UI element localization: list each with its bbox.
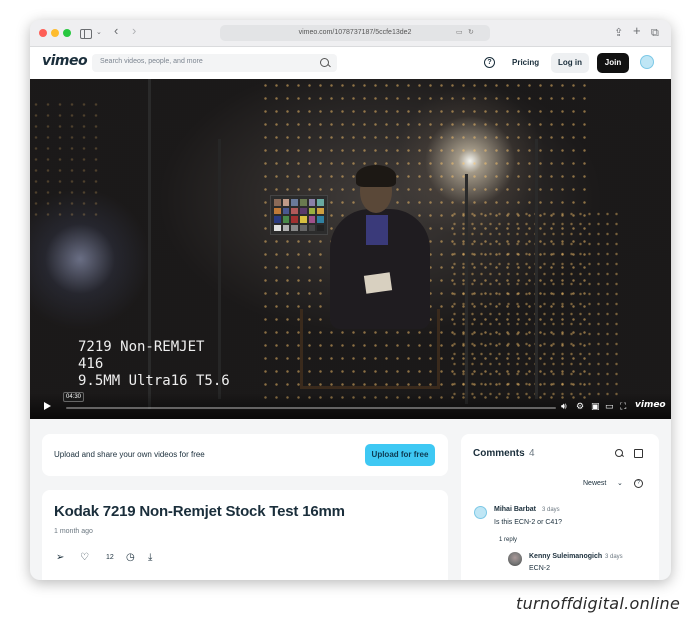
video-date: 1 month ago	[54, 528, 93, 535]
search-input[interactable]: Search videos, people, and more	[100, 58, 203, 65]
comment-text: Is this ECN-2 or C41?	[494, 519, 563, 526]
join-button[interactable]: Join	[597, 53, 629, 73]
overlay-line-2: 416	[78, 356, 104, 372]
comment-author[interactable]: Mihai Barbat	[494, 506, 536, 513]
video-player[interactable]: 7219 Non-REMJET 416 9.5MM Ultra16 T5.6 0…	[30, 79, 671, 419]
video-title: Kodak 7219 Non-Remjet Stock Test 16mm	[54, 503, 345, 520]
download-icon[interactable]: ⤓	[148, 552, 152, 564]
avatar[interactable]	[474, 506, 487, 519]
help-icon[interactable]: ?	[484, 57, 495, 68]
overlay-line-3: 9.5MM Ultra16 T5.6	[78, 373, 230, 389]
close-window-button[interactable]	[39, 29, 47, 37]
comment-time: 3 days	[605, 554, 623, 560]
comments-count: 4	[529, 448, 535, 459]
browser-toolbar: ⌄ ‹ › vimeo.com/1078737187/5ccfe13de2 ▭ …	[30, 20, 671, 47]
color-chart	[270, 195, 328, 235]
site-header: vimeo Search videos, people, and more ? …	[30, 47, 671, 79]
search-bar[interactable]: Search videos, people, and more	[92, 54, 337, 72]
share-icon[interactable]: ➢	[56, 552, 64, 564]
pricing-link[interactable]: Pricing	[512, 58, 539, 67]
zoom-window-button[interactable]	[63, 29, 71, 37]
replies-toggle[interactable]: 1 reply	[499, 537, 517, 543]
upload-promo-card: Upload and share your own videos for fre…	[42, 434, 448, 476]
progress-bar[interactable]	[66, 407, 556, 409]
video-info-card: Kodak 7219 Non-Remjet Stock Test 16mm 1 …	[42, 490, 448, 580]
timecode-tooltip: 04:30	[63, 392, 85, 402]
address-bar[interactable]: vimeo.com/1078737187/5ccfe13de2 ▭ ↻	[220, 25, 490, 41]
chevron-down-icon[interactable]: ⌄	[617, 479, 623, 487]
avatar[interactable]	[508, 552, 522, 566]
light-stand-right	[465, 174, 468, 404]
url-text: vimeo.com/1078737187/5ccfe13de2	[298, 29, 412, 36]
login-button[interactable]: Log in	[551, 53, 589, 73]
film-stock-overlay: 7219 Non-REMJET 416 9.5MM Ultra16 T5.6	[78, 339, 230, 390]
settings-gear-icon[interactable]: ⚙	[576, 401, 584, 411]
upload-button[interactable]: Upload for free	[365, 444, 435, 466]
sort-dropdown[interactable]: Newest	[583, 480, 606, 487]
new-tab-icon[interactable]: +	[633, 23, 641, 39]
search-icon[interactable]	[615, 449, 623, 457]
overlay-line-1: 7219 Non-REMJET	[78, 339, 205, 355]
comment-time: 3 days	[542, 507, 560, 513]
sidebar-toggle-icon[interactable]	[80, 29, 92, 39]
forward-arrow-icon[interactable]: ›	[132, 23, 136, 39]
translate-icon[interactable]: ▭	[456, 25, 463, 41]
notebook	[363, 272, 393, 294]
comments-title: Comments	[473, 448, 525, 459]
avatar[interactable]	[640, 55, 654, 69]
light-stand-far	[535, 139, 538, 399]
fullscreen-icon[interactable]: ⛶	[620, 401, 626, 411]
string-lights-left	[30, 99, 100, 219]
like-count: 12	[106, 554, 114, 561]
share-icon[interactable]: ⇪	[614, 25, 623, 41]
airplay-icon[interactable]: ▭	[605, 401, 614, 411]
play-icon[interactable]	[44, 402, 51, 410]
watermark: turnoffdigital.online	[516, 594, 681, 613]
minimize-window-button[interactable]	[51, 29, 59, 37]
volume-icon[interactable]: 🔊︎	[561, 401, 567, 411]
comment-text: ECN-2	[529, 565, 551, 572]
player-controls: 04:30 🔊︎ ⚙ ▣ ▭ ⛶ vimeo	[30, 392, 671, 419]
browser-window: ⌄ ‹ › vimeo.com/1078737187/5ccfe13de2 ▭ …	[30, 20, 671, 580]
heart-icon[interactable]: ♡	[80, 552, 89, 564]
picture-in-picture-icon[interactable]: ▣	[591, 401, 600, 411]
expand-panel-icon[interactable]	[634, 449, 643, 458]
vimeo-logo[interactable]: vimeo	[42, 53, 88, 69]
comments-panel: Comments 4 Newest ⌄ ? Mihai Barbat 3 day…	[461, 434, 659, 580]
upload-promo-text: Upload and share your own videos for fre…	[54, 450, 205, 459]
person-shirt	[366, 215, 388, 245]
watch-later-icon[interactable]: ◷	[126, 552, 135, 564]
vimeo-player-logo[interactable]: vimeo	[635, 400, 666, 410]
tab-overview-icon[interactable]: ⧉	[651, 25, 659, 41]
person-hair	[356, 165, 396, 187]
help-icon[interactable]: ?	[634, 479, 643, 488]
search-icon[interactable]	[320, 58, 329, 67]
chevron-down-icon[interactable]: ⌄	[96, 25, 102, 41]
reload-icon[interactable]: ↻	[468, 25, 474, 41]
comment-author[interactable]: Kenny Suleimanogich	[529, 553, 602, 560]
back-arrow-icon[interactable]: ‹	[114, 23, 118, 39]
